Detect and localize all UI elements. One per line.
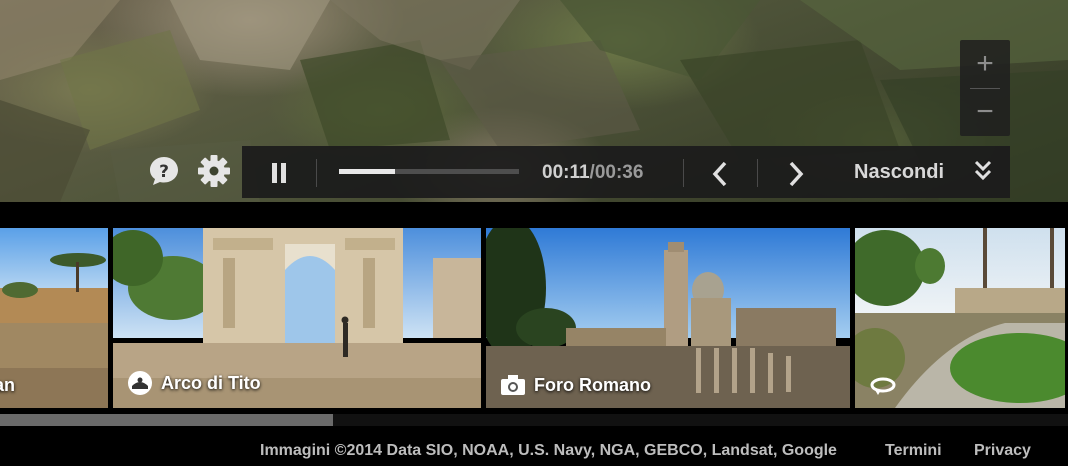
thumbnail-title: Arco di Tito xyxy=(161,372,261,393)
thumbnail-scrollbar[interactable] xyxy=(0,414,1068,426)
thumbnail-label: Foro Romano xyxy=(500,374,651,396)
zoom-out-button[interactable]: − xyxy=(960,90,1010,134)
thumbnail-label xyxy=(869,374,905,396)
chevron-right-icon[interactable] xyxy=(778,158,812,190)
thumbnail-title: an xyxy=(0,375,16,395)
total-time: /00:36 xyxy=(589,162,644,183)
elapsed-time: 00:11 xyxy=(542,162,590,183)
rotate-360-icon xyxy=(870,377,896,395)
double-chevron-down-icon xyxy=(974,160,992,181)
hide-tour-button[interactable]: Nascondi xyxy=(842,146,1010,198)
thumbnail-label: Arco di Tito xyxy=(127,370,261,396)
street-view-icon xyxy=(128,371,152,395)
zoom-control: + − xyxy=(960,40,1010,136)
camera-icon xyxy=(501,375,525,395)
tour-thumbnail[interactable]: an xyxy=(0,228,108,408)
tour-progress-fill xyxy=(339,169,395,174)
terms-link[interactable]: Termini xyxy=(885,442,942,460)
tour-thumbnail[interactable] xyxy=(855,228,1065,408)
hide-label: Nascondi xyxy=(854,161,945,183)
imagery-credits: Immagini ©2014 Data SIO, NOAA, U.S. Navy… xyxy=(260,442,837,459)
gear-icon[interactable] xyxy=(197,154,231,188)
scrollbar-thumb[interactable] xyxy=(0,414,333,426)
tour-progress-bar[interactable] xyxy=(339,169,519,174)
chevron-left-icon[interactable] xyxy=(704,158,738,190)
thumbnail-title: Foro Romano xyxy=(534,374,651,395)
zoom-divider xyxy=(970,88,1000,89)
map-3d-view[interactable]: + − ? 00:11/00:36 Nascondi xyxy=(0,0,1068,202)
tour-time: 00:11/00:36 xyxy=(542,162,643,184)
divider xyxy=(316,159,317,187)
zoom-in-button[interactable]: + xyxy=(960,42,1010,86)
thumbnail-label: an xyxy=(0,375,15,396)
map-footer: Immagini ©2014 Data SIO, NOAA, U.S. Navy… xyxy=(0,440,1068,466)
pause-icon[interactable] xyxy=(258,159,300,187)
divider xyxy=(683,159,684,187)
tour-control-bar: 00:11/00:36 Nascondi xyxy=(242,146,1010,198)
help-bubble-icon[interactable]: ? xyxy=(148,155,180,187)
privacy-link[interactable]: Privacy xyxy=(974,442,1031,460)
svg-text:?: ? xyxy=(159,162,169,182)
divider xyxy=(757,159,758,187)
tour-thumbnail[interactable]: Arco di Tito xyxy=(113,228,481,408)
tour-thumbnail-strip: an Arco di xyxy=(0,202,1068,466)
tour-thumbnail[interactable]: Foro Romano xyxy=(486,228,850,408)
thumbnail-image xyxy=(0,228,108,408)
